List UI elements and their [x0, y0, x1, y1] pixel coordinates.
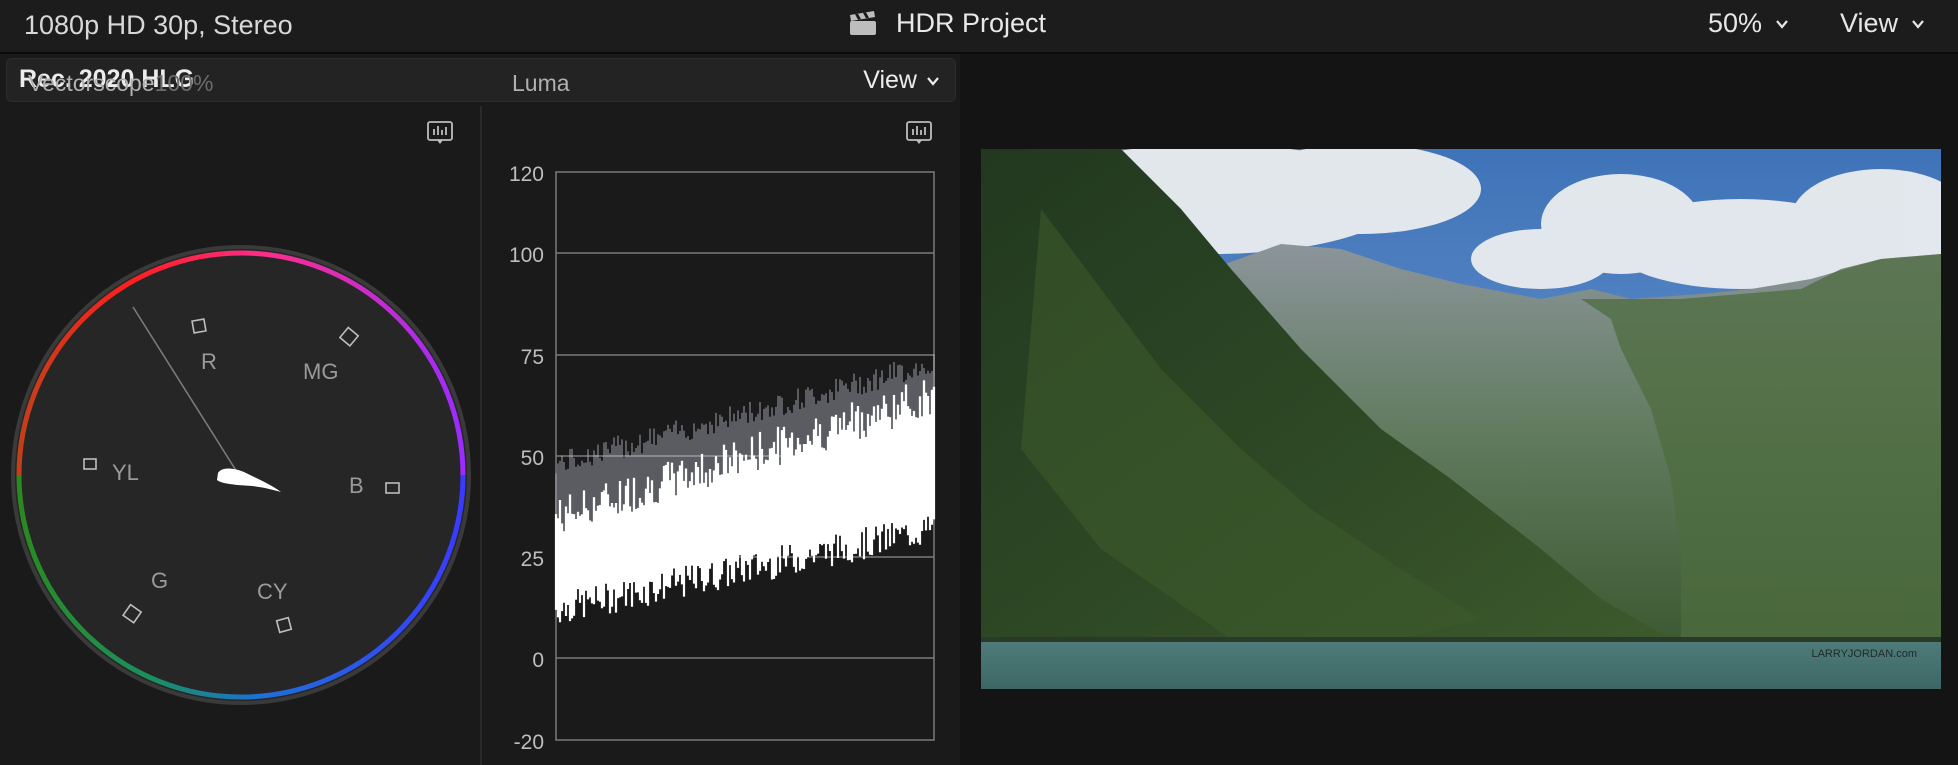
vector-target-cy: CY — [257, 579, 288, 604]
scopes-view-menu[interactable]: View — [863, 66, 941, 95]
waveform-tick: 50 — [521, 447, 544, 470]
waveform-title: Luma — [512, 70, 570, 96]
vectorscope-percent: 100% — [154, 70, 214, 96]
clapper-icon — [850, 10, 876, 35]
waveform-tick: -20 — [514, 731, 544, 754]
zoom-menu[interactable]: 50% — [1708, 8, 1790, 39]
project-title: HDR Project — [896, 8, 1047, 38]
vectorscope-title: Vectorscope100% — [28, 70, 213, 97]
project-title-group: HDR Project — [848, 8, 1046, 39]
waveform-tick: 25 — [521, 548, 544, 571]
vector-target-yl: YL — [112, 460, 139, 485]
viewer-view-menu[interactable]: View — [1840, 8, 1926, 39]
chevron-down-icon — [1776, 19, 1788, 29]
waveform-tick: 75 — [521, 346, 544, 369]
vectorscope-label: Vectorscope — [28, 70, 155, 96]
vector-target-g: G — [151, 568, 168, 593]
vector-target-b: B — [349, 473, 364, 498]
vector-target-mg: MG — [303, 359, 338, 384]
chevron-down-icon — [927, 76, 939, 86]
waveform-tick: 0 — [532, 649, 544, 672]
viewer-image: LARRYJORDAN.com — [981, 149, 1941, 689]
viewer-view-label: View — [1840, 8, 1899, 38]
vector-target-r: R — [201, 349, 217, 374]
scope-settings-icon[interactable] — [906, 121, 932, 145]
format-label: 1080p HD 30p, Stereo — [24, 10, 293, 40]
viewer-frame[interactable]: LARRYJORDAN.com — [981, 149, 1941, 689]
vectorscope-graticule: R MG B CY G YL — [11, 245, 471, 705]
chevron-down-icon — [1912, 19, 1924, 29]
waveform-tick: 120 — [509, 163, 544, 186]
waveform-tick: 100 — [509, 244, 544, 267]
waveform-traces — [554, 354, 936, 623]
viewer-watermark: LARRYJORDAN.com — [1811, 648, 1917, 660]
scopes-view-label: View — [863, 66, 917, 94]
zoom-level: 50% — [1708, 8, 1763, 38]
top-bar: 1080p HD 30p, Stereo HDR Project 50% Vie… — [0, 0, 1958, 54]
scope-settings-icon[interactable] — [427, 121, 453, 145]
luma-waveform: 120 100 75 50 25 0 -20 — [509, 163, 936, 754]
